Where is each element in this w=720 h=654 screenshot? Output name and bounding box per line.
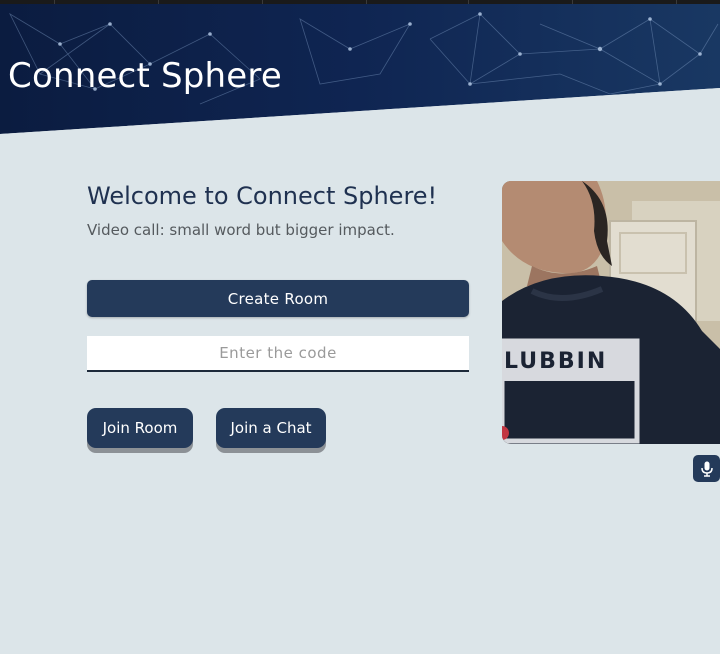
video-feed-image [502,181,720,444]
local-video-preview: LUBBIN [502,181,720,444]
join-room-button[interactable]: Join Room [87,408,193,448]
room-code-input[interactable] [87,336,469,372]
header-banner: Connect Sphere [0,4,720,134]
join-chat-button[interactable]: Join a Chat [216,408,326,448]
app-title: Connect Sphere [8,56,282,96]
microphone-toggle-button[interactable] [693,455,720,482]
welcome-tagline: Video call: small word but bigger impact… [87,221,395,239]
welcome-heading: Welcome to Connect Sphere! [87,182,438,210]
microphone-icon [700,461,713,477]
create-room-button[interactable]: Create Room [87,280,469,317]
shirt-text: LUBBIN [504,349,608,374]
